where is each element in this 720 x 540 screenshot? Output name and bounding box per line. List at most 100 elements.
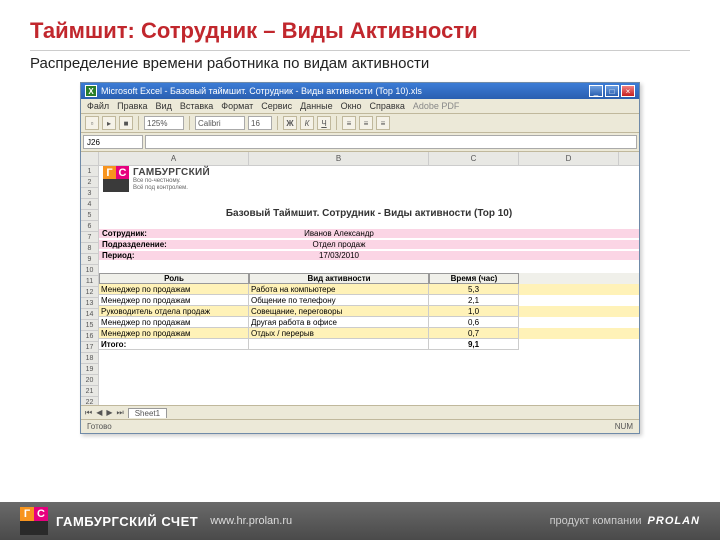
col-headers: A B C D <box>99 152 639 166</box>
hdr-activity: Вид активности <box>249 273 429 284</box>
dept-value: Отдел продаж <box>249 240 429 249</box>
menu-view[interactable]: Вид <box>156 101 172 111</box>
cell-role: Менеджер по продажам <box>99 317 249 328</box>
report-title: Базовый Таймшит. Сотрудник - Виды активн… <box>99 208 639 219</box>
footer-product-of: продукт компании <box>550 515 642 527</box>
slide-footer: ГС ГАМБУРГСКИЙ СЧЕТ www.hr.prolan.ru про… <box>0 502 720 540</box>
bold-icon[interactable]: Ж <box>283 116 297 130</box>
report-logo: ГС ГАМБУРГСКИЙ Все по-честному. Всё под … <box>103 166 210 192</box>
zoom-box[interactable]: 125% <box>144 116 184 130</box>
cell-activity: Совещание, переговоры <box>249 306 429 317</box>
footer-logo-g: Г <box>20 507 34 521</box>
cell-activity: Другая работа в офисе <box>249 317 429 328</box>
font-box[interactable]: Calibri <box>195 116 245 130</box>
cell-activity: Общение по телефону <box>249 295 429 306</box>
sheet-tab-strip: ⏮ ◀ ▶ ⏭ Sheet1 <box>81 405 639 419</box>
col-b[interactable]: B <box>249 152 429 165</box>
underline-icon[interactable]: Ч <box>317 116 331 130</box>
formula-bar[interactable] <box>145 135 637 149</box>
sheet-tab[interactable]: Sheet1 <box>128 408 167 418</box>
cell-activity: Отдых / перерыв <box>249 328 429 339</box>
maximize-button[interactable]: □ <box>605 85 619 97</box>
status-ready: Готово <box>87 422 112 431</box>
cell-time: 2,1 <box>429 295 519 306</box>
footer-company: PROLAN <box>648 515 700 527</box>
save-icon[interactable]: ■ <box>119 116 133 130</box>
col-d[interactable]: D <box>519 152 619 165</box>
italic-icon[interactable]: К <box>300 116 314 130</box>
menu-file[interactable]: Файл <box>87 101 109 111</box>
menu-adobe[interactable]: Adobe PDF <box>413 101 460 111</box>
formula-bar-row: J26 <box>81 133 639 152</box>
dept-label: Подразделение: <box>99 240 249 249</box>
fontsize-box[interactable]: 16 <box>248 116 272 130</box>
menu-help[interactable]: Справка <box>370 101 405 111</box>
row-headers: 12345 678910 1112131415 1617181920 21222… <box>81 152 99 405</box>
cell-activity: Работа на компьютере <box>249 284 429 295</box>
status-bar: Готово NUM <box>81 419 639 433</box>
menu-data[interactable]: Данные <box>300 101 333 111</box>
open-icon[interactable]: ▸ <box>102 116 116 130</box>
worksheet[interactable]: 12345 678910 1112131415 1617181920 21222… <box>81 152 639 405</box>
window-title: Microsoft Excel - Базовый таймшит. Сотру… <box>101 86 589 96</box>
align-center-icon[interactable]: ≡ <box>359 116 373 130</box>
align-left-icon[interactable]: ≡ <box>342 116 356 130</box>
table-total-row: Итого: 9,1 <box>99 339 639 350</box>
cell-role: Менеджер по продажам <box>99 328 249 339</box>
cell-role: Руководитель отдела продаж <box>99 306 249 317</box>
employee-label: Сотрудник: <box>99 229 249 238</box>
menu-edit[interactable]: Правка <box>117 101 147 111</box>
cell-time: 0,7 <box>429 328 519 339</box>
name-box[interactable]: J26 <box>83 135 143 149</box>
excel-icon: X <box>85 85 97 97</box>
logo-c: С <box>116 166 129 179</box>
slide-title: Таймшит: Сотрудник – Виды Активности <box>30 18 690 44</box>
logo-line2: Всё под контролем. <box>133 185 210 192</box>
tab-nav-first-icon[interactable]: ⏮ <box>85 408 92 418</box>
table-header-row: Роль Вид активности Время (час) <box>99 273 639 284</box>
col-a[interactable]: A <box>99 152 249 165</box>
footer-url: www.hr.prolan.ru <box>210 515 292 527</box>
total-value: 9,1 <box>429 339 519 350</box>
table-row: Руководитель отдела продаж Совещание, пе… <box>99 306 639 317</box>
table-row: Менеджер по продажам Другая работа в офи… <box>99 317 639 328</box>
menu-tools[interactable]: Сервис <box>261 101 292 111</box>
hdr-role: Роль <box>99 273 249 284</box>
menu-format[interactable]: Формат <box>221 101 253 111</box>
new-icon[interactable]: ▫ <box>85 116 99 130</box>
footer-logo: ГС <box>20 507 48 535</box>
minimize-button[interactable]: _ <box>589 85 603 97</box>
footer-logo-c: С <box>34 507 48 521</box>
table-row: Менеджер по продажам Отдых / перерыв 0,7 <box>99 328 639 339</box>
menu-bar: Файл Правка Вид Вставка Формат Сервис Да… <box>81 99 639 114</box>
tab-nav-next-icon[interactable]: ▶ <box>106 408 112 417</box>
cell-time: 0,6 <box>429 317 519 328</box>
status-num: NUM <box>615 422 633 431</box>
logo-g: Г <box>103 166 116 179</box>
col-c[interactable]: C <box>429 152 519 165</box>
table-row: Менеджер по продажам Работа на компьютер… <box>99 284 639 295</box>
cell-time: 5,3 <box>429 284 519 295</box>
table-row: Менеджер по продажам Общение по телефону… <box>99 295 639 306</box>
logo-brand: ГАМБУРГСКИЙ <box>133 167 210 178</box>
period-value: 17/03/2010 <box>249 251 429 260</box>
slide-subtitle: Распределение времени работника по видам… <box>30 50 690 72</box>
window-titlebar[interactable]: X Microsoft Excel - Базовый таймшит. Сот… <box>81 83 639 99</box>
hdr-time: Время (час) <box>429 273 519 284</box>
toolbar-main: ▫ ▸ ■ 125% Calibri 16 Ж К Ч ≡ ≡ ≡ <box>81 114 639 133</box>
employee-value: Иванов Александр <box>249 229 429 238</box>
close-button[interactable]: × <box>621 85 635 97</box>
grid-area[interactable]: A B C D ГС ГАМБУРГСКИЙ Все по-честному. … <box>99 152 639 405</box>
logo-line1: Все по-честному. <box>133 178 210 185</box>
align-right-icon[interactable]: ≡ <box>376 116 390 130</box>
menu-insert[interactable]: Вставка <box>180 101 213 111</box>
footer-brand: ГАМБУРГСКИЙ СЧЕТ <box>56 514 198 529</box>
excel-window: X Microsoft Excel - Базовый таймшит. Сот… <box>80 82 640 434</box>
tab-nav-prev-icon[interactable]: ◀ <box>96 408 102 417</box>
menu-window[interactable]: Окно <box>341 101 362 111</box>
tab-nav-last-icon[interactable]: ⏭ <box>117 408 124 418</box>
cell-role: Менеджер по продажам <box>99 284 249 295</box>
total-label: Итого: <box>99 339 249 350</box>
cell-role: Менеджер по продажам <box>99 295 249 306</box>
cell-time: 1,0 <box>429 306 519 317</box>
